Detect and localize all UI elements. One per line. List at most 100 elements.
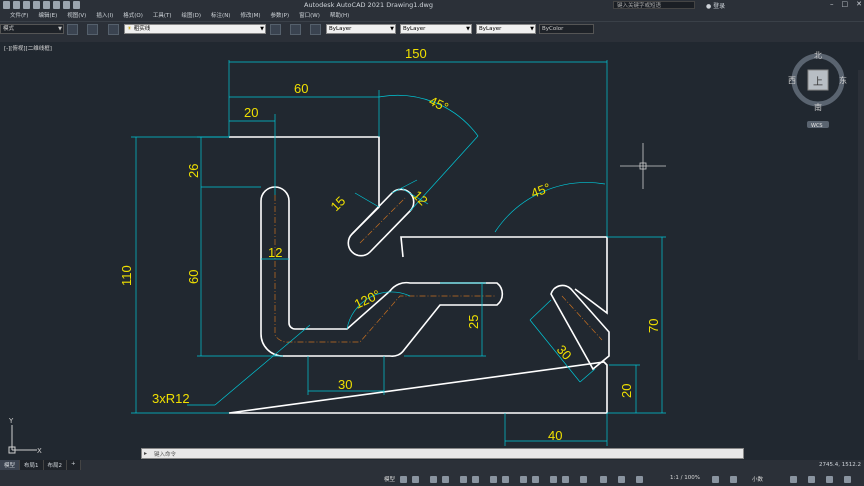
- maximize-button[interactable]: □: [842, 0, 849, 8]
- tab-layout2[interactable]: 布局2: [43, 460, 68, 470]
- redo-icon[interactable]: [73, 1, 80, 9]
- linetype-select[interactable]: ByLayer ▼: [400, 24, 472, 34]
- dim-60-vert: 60: [186, 270, 201, 284]
- menu-parameter[interactable]: 参数(P): [266, 11, 295, 21]
- minimize-button[interactable]: –: [830, 0, 834, 8]
- layer-states-icon[interactable]: [108, 24, 119, 35]
- grid-icon[interactable]: [400, 476, 407, 483]
- transparency-icon[interactable]: [502, 476, 509, 483]
- layer-previous-icon[interactable]: [290, 24, 301, 35]
- isolate-icon[interactable]: [636, 476, 643, 483]
- osnap-icon[interactable]: [460, 476, 467, 483]
- viewcube-west[interactable]: 西: [788, 76, 796, 85]
- annotation-scale-icon[interactable]: [618, 476, 625, 483]
- polar-icon[interactable]: [442, 476, 449, 483]
- menu-window[interactable]: 窗口(W): [294, 11, 325, 21]
- ucs-x-label: X: [37, 447, 42, 455]
- save-icon[interactable]: [33, 1, 40, 9]
- open-file-icon[interactable]: [23, 1, 30, 9]
- annotation-scale[interactable]: 1:1 / 100%: [670, 475, 700, 481]
- otrack-icon[interactable]: [472, 476, 479, 483]
- ucs-y-label: Y: [8, 417, 14, 425]
- window-title: Autodesk AutoCAD 2021 Drawing1.dwg: [304, 1, 433, 9]
- viewcube-south[interactable]: 南: [814, 102, 822, 112]
- layer-select[interactable]: ☀ 粗实线 ▼: [124, 24, 266, 34]
- title-bar: Autodesk AutoCAD 2021 Drawing1.dwg 键入关键字…: [0, 0, 864, 11]
- quick-properties-icon[interactable]: [790, 476, 797, 483]
- menu-help[interactable]: 帮助(H): [325, 11, 354, 21]
- status-toggles: 模型 1:1 / 100% 小数: [0, 472, 864, 486]
- viewport-label[interactable]: [-][俯视][二维线框]: [4, 44, 52, 52]
- snap-icon[interactable]: [412, 476, 419, 483]
- dim-20-top: 20: [244, 105, 258, 120]
- dynamic-ucs-icon[interactable]: [550, 476, 557, 483]
- units-select[interactable]: 小数: [752, 475, 763, 483]
- menu-tools[interactable]: 工具(T): [148, 11, 177, 21]
- menu-modify[interactable]: 修改(M): [235, 11, 265, 21]
- dim-26: 26: [186, 164, 201, 178]
- add-layout-icon[interactable]: +: [67, 460, 81, 470]
- menu-bar: 文件(F) 编辑(E) 视图(V) 插入(I) 格式(O) 工具(T) 绘图(D…: [0, 11, 864, 21]
- plotstyle-select[interactable]: ByColor: [539, 24, 594, 34]
- dim-110: 110: [119, 265, 134, 286]
- viewcube-east[interactable]: 东: [839, 75, 847, 85]
- sign-in-button[interactable]: ● 登录: [706, 1, 725, 10]
- command-line[interactable]: ▸ 键入命令: [141, 448, 744, 459]
- wcs-menu[interactable]: WCS: [811, 123, 823, 129]
- menu-file[interactable]: 文件(F): [5, 11, 33, 21]
- save-as-icon[interactable]: [43, 1, 50, 9]
- tab-model[interactable]: 模型: [0, 460, 21, 470]
- viewcube-top[interactable]: 上: [813, 76, 823, 88]
- menu-view[interactable]: 视图(V): [62, 11, 91, 21]
- dim-20-right: 20: [619, 384, 634, 398]
- menu-format[interactable]: 格式(O): [118, 11, 148, 21]
- clean-screen-icon[interactable]: [826, 476, 833, 483]
- user-icon: ●: [706, 3, 712, 10]
- dim-70: 70: [646, 319, 661, 333]
- properties-toolbar: 模式 ▼ ☀ 粗实线 ▼ ByLayer ▼ ByLayer ▼ ByLayer ▼ By…: [0, 21, 864, 39]
- lineweight-select[interactable]: ByLayer ▼: [476, 24, 536, 34]
- app-menu-icon[interactable]: [3, 1, 10, 9]
- hardware-acceleration-icon[interactable]: [808, 476, 815, 483]
- new-file-icon[interactable]: [13, 1, 20, 9]
- gizmo-icon[interactable]: [580, 476, 587, 483]
- customization-icon[interactable]: [844, 476, 851, 483]
- lineweight-icon[interactable]: [490, 476, 497, 483]
- layout-tabs: 模型 布局1 布局2 +: [0, 460, 81, 470]
- tab-layout1[interactable]: 布局1: [20, 460, 44, 470]
- search-input[interactable]: 键入关键字或短语: [613, 1, 695, 9]
- workspace-select[interactable]: 模式 ▼: [0, 24, 64, 34]
- menu-draw[interactable]: 绘图(D): [177, 11, 207, 21]
- viewcube-north[interactable]: 北: [814, 51, 822, 60]
- undo-icon[interactable]: [63, 1, 70, 9]
- gear-icon[interactable]: [67, 24, 78, 35]
- navigation-bar[interactable]: [858, 70, 864, 360]
- menu-insert[interactable]: 插入(I): [91, 11, 118, 21]
- print-icon[interactable]: [53, 1, 60, 9]
- command-icon: ▸: [144, 450, 148, 457]
- coordinates-readout: 2745.4, 1512.2: [819, 462, 861, 468]
- ortho-icon[interactable]: [430, 476, 437, 483]
- 3d-osnap-icon[interactable]: [532, 476, 539, 483]
- menu-edit[interactable]: 编辑(E): [33, 11, 62, 21]
- dim-30-bottom: 30: [338, 377, 352, 392]
- workspace-icon[interactable]: [600, 476, 607, 483]
- menu-dimension[interactable]: 标注(N): [206, 11, 235, 21]
- make-current-icon[interactable]: [270, 24, 281, 35]
- dim-60-top: 60: [294, 81, 308, 96]
- model-space-button[interactable]: 模型: [384, 475, 395, 483]
- dim-12: 12: [268, 245, 282, 260]
- match-layer-icon[interactable]: [310, 24, 321, 35]
- layer-properties-icon[interactable]: [87, 24, 98, 35]
- annotation-icon[interactable]: [562, 476, 569, 483]
- close-button[interactable]: ✕: [856, 0, 862, 8]
- selection-cycling-icon[interactable]: [520, 476, 527, 483]
- dim-radius: 3xR12: [152, 391, 190, 406]
- plus-icon[interactable]: [730, 476, 737, 483]
- color-select[interactable]: ByLayer ▼: [326, 24, 396, 34]
- dim-25: 25: [466, 315, 481, 329]
- drawing-canvas[interactable]: 150 60 20 45° 26 110 60 12 15 12 45° 120…: [0, 42, 864, 460]
- command-input[interactable]: 键入命令: [154, 450, 176, 458]
- gear-icon[interactable]: [712, 476, 719, 483]
- dim-150: 150: [405, 46, 427, 61]
